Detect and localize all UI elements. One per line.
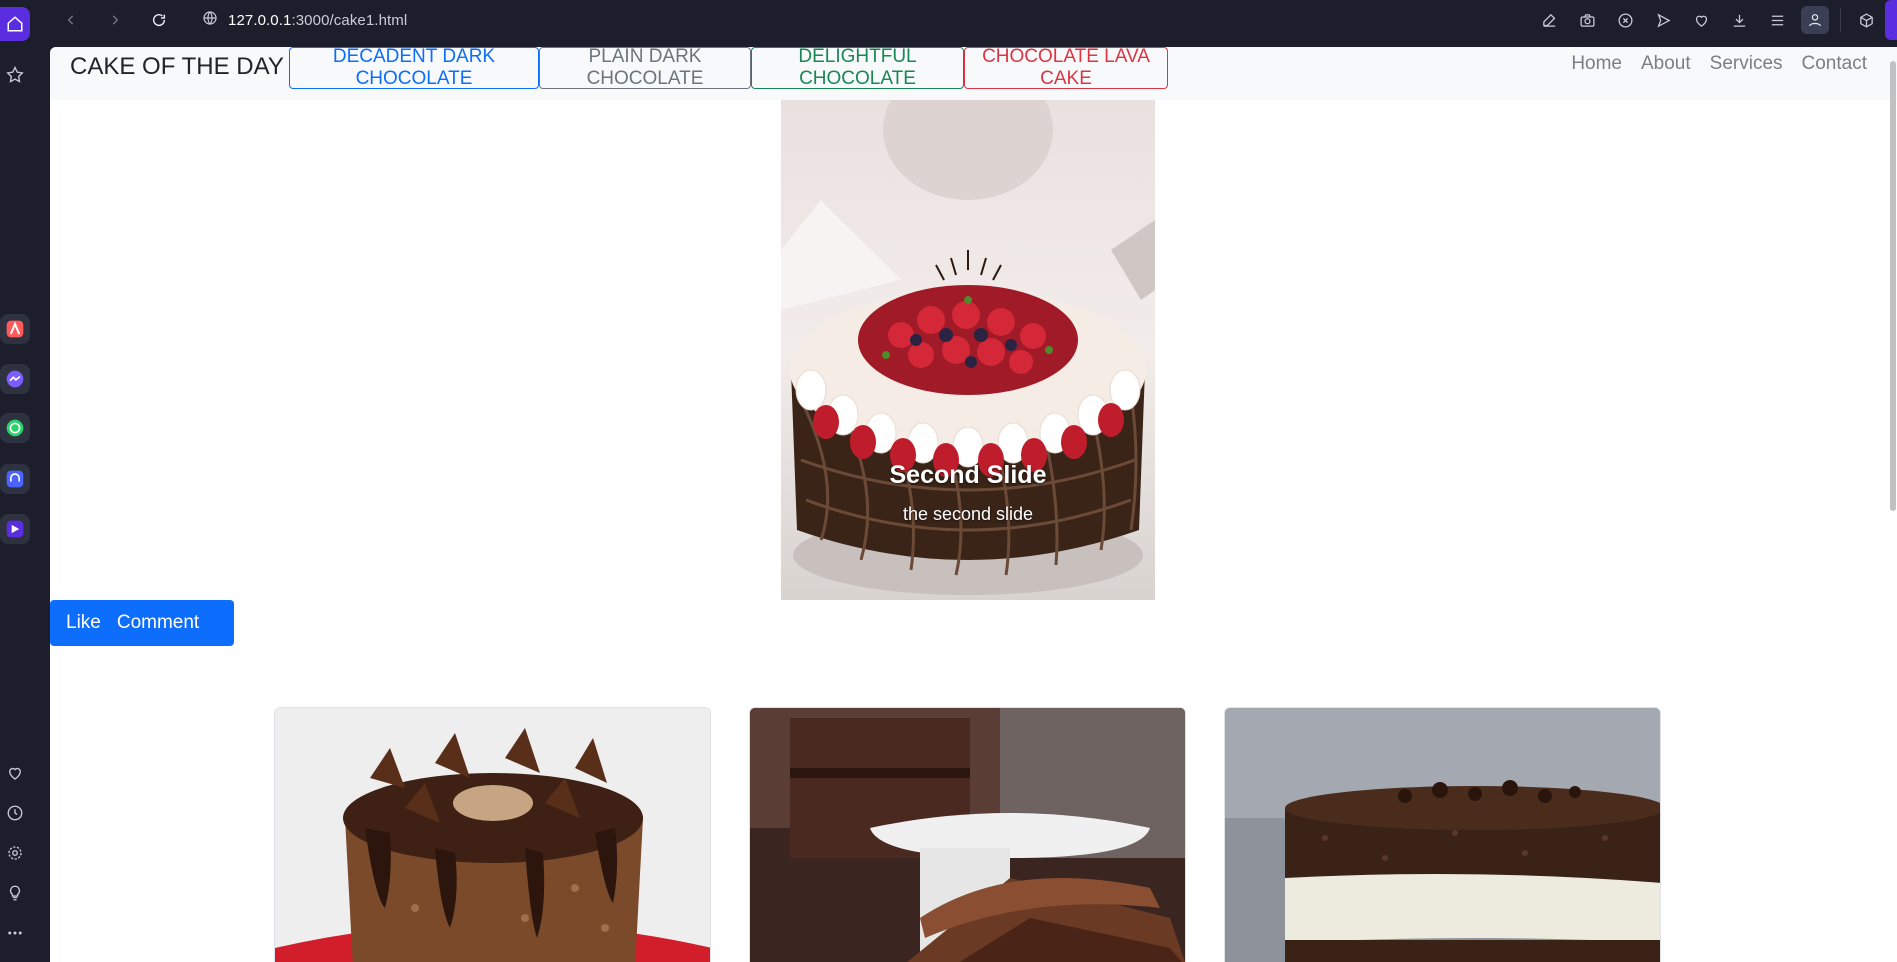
messenger-icon[interactable] [0,364,30,394]
flavor-button-decadent[interactable]: DECADENT DARK CHOCOLATE [289,47,539,89]
site-brand[interactable]: CAKE OF THE DAY [70,53,284,81]
page-viewport: CAKE OF THE DAY DECADENT DARK CHOCOLATE … [50,47,1897,962]
forward-icon[interactable] [100,5,130,35]
url-host: 127.0.0.1 [228,11,292,29]
aria-app-icon[interactable] [0,314,30,344]
action-button-group: Like Comment [50,600,234,646]
browser-sidebar [0,0,50,962]
settings-icon[interactable] [0,838,30,868]
cake-card-image [1225,708,1660,962]
carousel-caption-text: the second slide [902,504,1034,524]
cake-card-2[interactable] [749,707,1186,962]
globe-icon [202,10,218,31]
cake-card-image [275,708,710,962]
music-player-icon[interactable] [0,464,30,494]
extension-badge [1885,0,1897,40]
shield-icon[interactable] [1606,0,1644,40]
like-button[interactable]: Like [50,612,117,634]
profile-icon[interactable] [1796,0,1834,40]
flavor-button-delightful[interactable]: DELIGHTFUL CHOCOLATE [751,47,964,89]
nav-link-about[interactable]: About [1641,53,1691,75]
cake-card-1[interactable] [274,707,711,962]
clock-icon[interactable] [0,798,30,828]
cake-card-3[interactable] [1224,707,1661,962]
more-icon[interactable] [0,918,30,948]
edit-icon[interactable] [1530,0,1568,40]
comment-button[interactable]: Comment [117,612,215,634]
page-scrollbar[interactable] [1887,47,1897,962]
nav-links: Home About Services Contact [1571,53,1867,75]
home-icon[interactable] [0,7,30,41]
bookmark-star-icon[interactable] [0,60,30,90]
cake-card-image [750,708,1185,962]
whatsapp-icon[interactable] [0,413,30,443]
nav-link-contact[interactable]: Contact [1802,53,1867,75]
back-icon[interactable] [56,5,86,35]
nav-link-home[interactable]: Home [1571,53,1622,75]
cube-icon[interactable] [1847,0,1885,40]
scrollbar-thumb[interactable] [1890,61,1896,511]
camera-icon[interactable] [1568,0,1606,40]
address-bar[interactable]: 127.0.0.1:3000/cake1.html [202,5,407,35]
flavor-button-plain[interactable]: PLAIN DARK CHOCOLATE [539,47,751,89]
menu-icon[interactable] [1758,0,1796,40]
cake-carousel[interactable]: Second Slide the second slide [781,100,1155,600]
nav-link-services[interactable]: Services [1710,53,1783,75]
flavor-button-lava[interactable]: CHOCOLATE LAVA CAKE [964,47,1168,89]
bulb-icon[interactable] [0,878,30,908]
player-app-icon[interactable] [0,514,30,544]
heart-icon[interactable] [1682,0,1720,40]
browser-toolbar: 127.0.0.1:3000/cake1.html [50,0,1897,40]
download-icon[interactable] [1720,0,1758,40]
site-navbar: CAKE OF THE DAY DECADENT DARK CHOCOLATE … [50,47,1897,100]
toolbar-divider [1840,8,1841,32]
url-text: 127.0.0.1:3000/cake1.html [228,12,407,29]
reload-icon[interactable] [144,5,174,35]
send-icon[interactable] [1644,0,1682,40]
heart-icon[interactable] [0,758,30,788]
url-path: :3000/cake1.html [291,11,408,29]
carousel-caption-title: Second Slide [889,461,1047,489]
cake-slide-image [781,100,1155,600]
